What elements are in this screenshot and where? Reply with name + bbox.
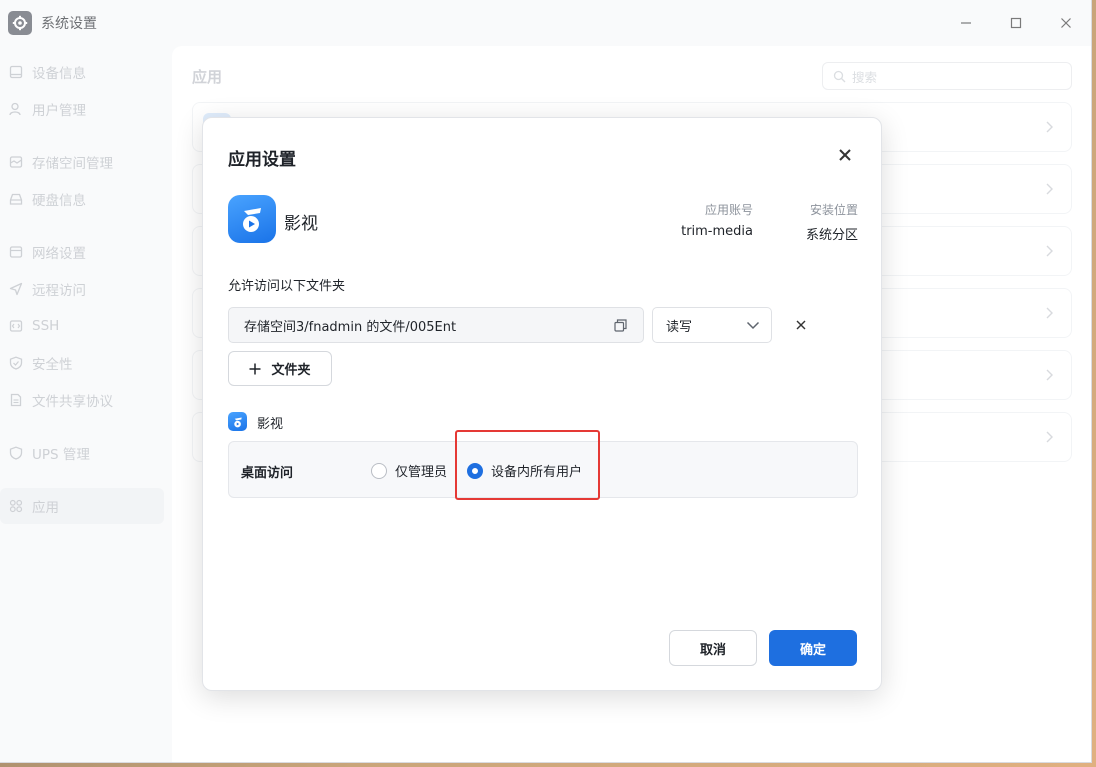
close-icon bbox=[796, 320, 806, 330]
install-location-value: 系统分区 bbox=[805, 228, 858, 243]
install-location: 安装位置 系统分区 bbox=[778, 201, 858, 243]
app-name: 影视 bbox=[284, 214, 318, 234]
folder-path-field[interactable]: 存储空间3/fnadmin 的文件/005Ent bbox=[228, 307, 644, 343]
video-app-small-icon bbox=[228, 412, 247, 431]
permission-value: 读写 bbox=[666, 319, 693, 335]
close-icon bbox=[839, 149, 851, 161]
dialog-title: 应用设置 bbox=[228, 150, 296, 170]
app-account: 应用账号 trim-media bbox=[673, 201, 753, 239]
add-folder-label: 文件夹 bbox=[271, 363, 311, 378]
system-settings-window: 系统设置 设备信息 用户管理 存储空间管理 硬盘信息 网络设置 远程访问 SSH… bbox=[0, 0, 1092, 763]
desktop-app-name: 影视 bbox=[257, 417, 284, 432]
remove-folder-button[interactable] bbox=[793, 317, 809, 333]
plus-icon bbox=[249, 363, 261, 375]
folders-section-label: 允许访问以下文件夹 bbox=[228, 279, 346, 294]
video-app-icon bbox=[228, 195, 276, 243]
cancel-button[interactable]: 取消 bbox=[669, 630, 757, 666]
radio-admin-only[interactable]: 仅管理员 bbox=[371, 461, 447, 480]
dialog-close-button[interactable] bbox=[835, 145, 855, 165]
desktop-access-label: 桌面访问 bbox=[241, 466, 294, 481]
install-location-label: 安装位置 bbox=[809, 203, 858, 217]
permission-select[interactable]: 读写 bbox=[652, 307, 772, 343]
annotation-highlight-box bbox=[455, 430, 600, 500]
app-account-value: trim-media bbox=[681, 224, 753, 239]
add-folder-button[interactable]: 文件夹 bbox=[228, 351, 332, 386]
radio-unchecked-icon bbox=[371, 462, 387, 479]
radio-label: 仅管理员 bbox=[395, 465, 448, 480]
confirm-button[interactable]: 确定 bbox=[769, 630, 857, 666]
folder-path-text: 存储空间3/fnadmin 的文件/005Ent bbox=[244, 319, 457, 335]
copy-icon[interactable] bbox=[612, 317, 628, 333]
chevron-down-icon bbox=[746, 321, 760, 330]
app-account-label: 应用账号 bbox=[704, 203, 753, 217]
app-settings-dialog: 应用设置 影视 应用账号 trim-media 安装位置 系统分区 允许访问以下… bbox=[202, 117, 882, 691]
